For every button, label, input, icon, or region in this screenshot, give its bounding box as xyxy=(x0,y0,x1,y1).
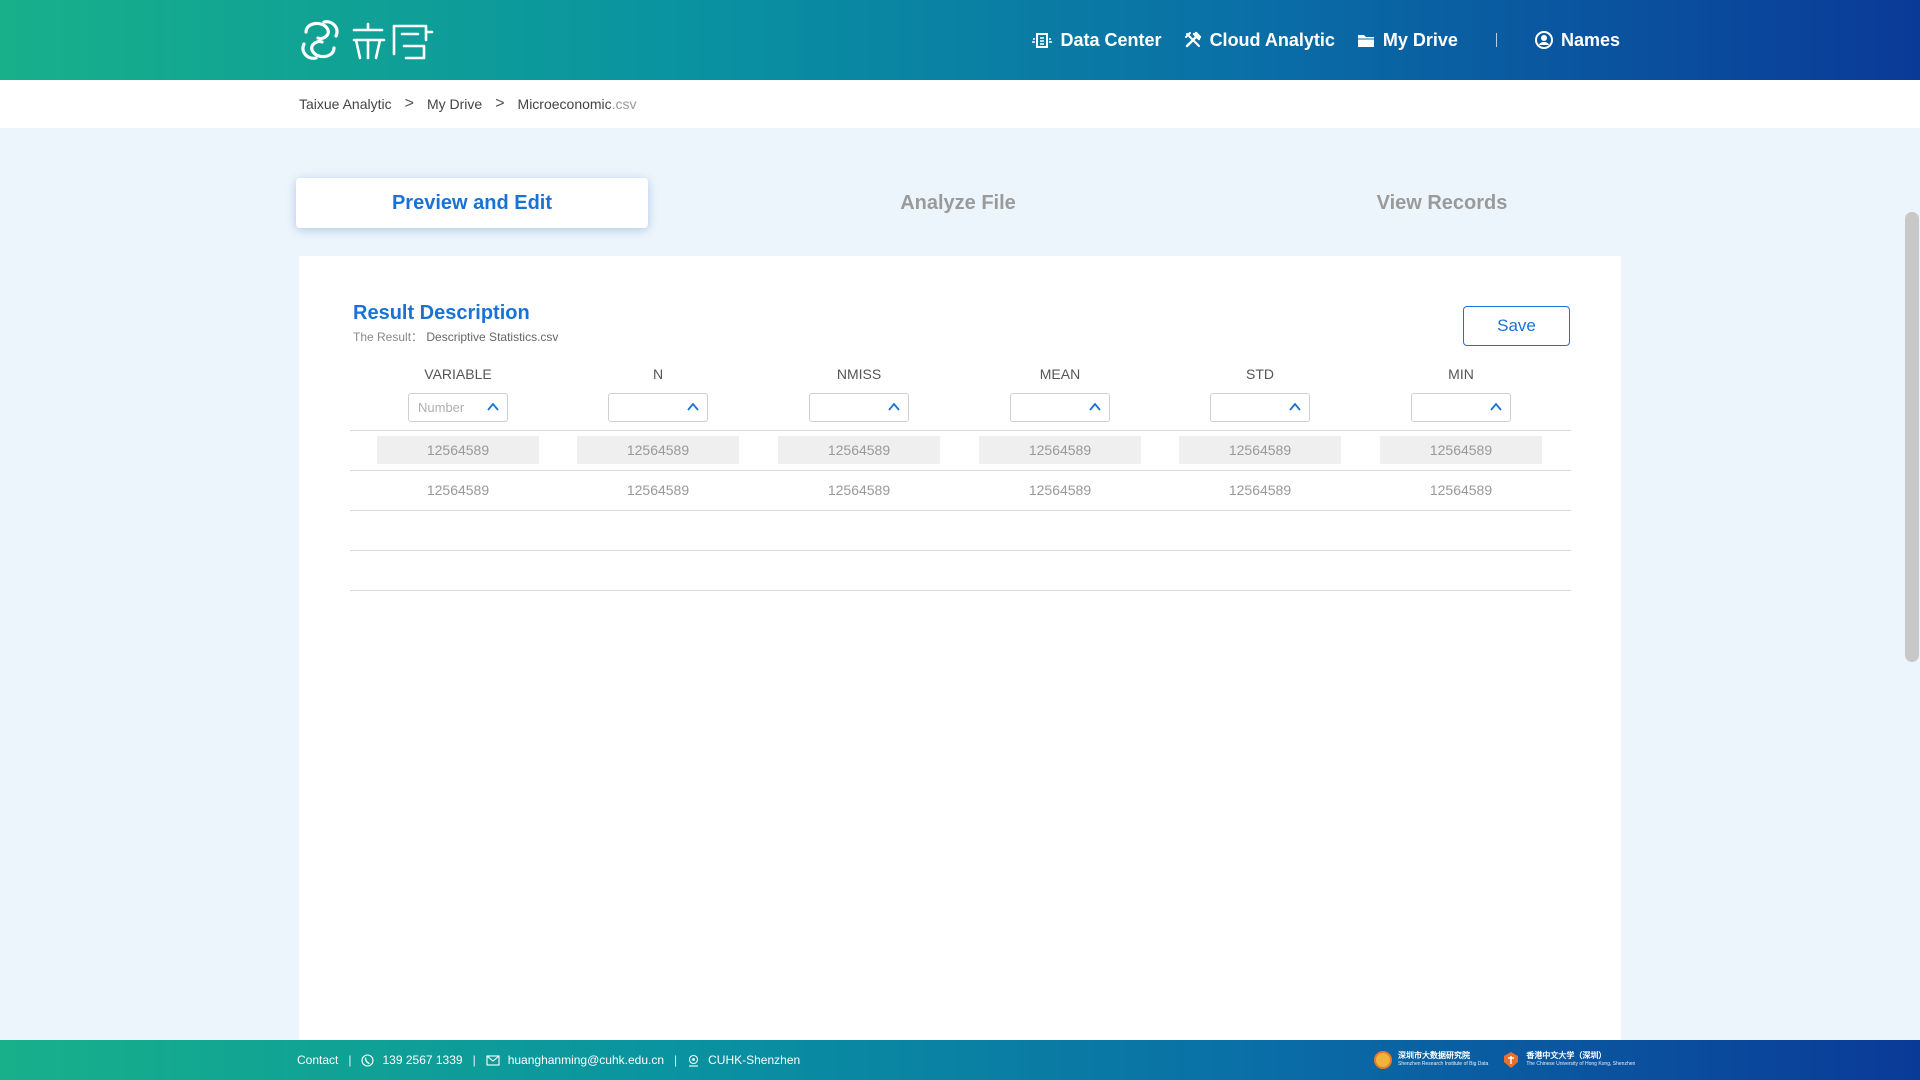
filter-input-n[interactable] xyxy=(609,394,685,421)
filter-input-mean[interactable] xyxy=(1011,394,1087,421)
user-name: Names xyxy=(1560,29,1620,50)
nav-my-drive[interactable]: My Drive xyxy=(1357,30,1458,51)
chevron-up-icon[interactable] xyxy=(1490,402,1502,412)
table-cell[interactable]: 12564589 xyxy=(1380,476,1542,504)
table-cell[interactable]: 12564589 xyxy=(979,476,1141,504)
tab-preview-and-edit[interactable]: Preview and Edit xyxy=(296,178,648,228)
filter-select-variable[interactable] xyxy=(408,393,508,422)
breadcrumb-separator: > xyxy=(495,95,505,112)
sribd-emblem-icon xyxy=(1374,1051,1392,1069)
taixue-logo-icon[interactable] xyxy=(298,18,464,62)
logo-sub: Shenzhen Research Institute of Big Data xyxy=(1398,1061,1489,1067)
page-footer: Contact | 139 2567 1339 | huanghanming@c… xyxy=(0,1040,1920,1080)
table-divider xyxy=(350,590,1571,591)
chevron-up-icon[interactable] xyxy=(1289,402,1301,412)
table-cell[interactable]: 12564589 xyxy=(1179,436,1341,464)
column-header-nmiss: NMISS xyxy=(836,366,882,382)
save-button[interactable]: Save xyxy=(1463,306,1570,346)
table-cell[interactable]: 12564589 xyxy=(577,436,739,464)
main-nav: Data Center Cloud Analytic My Drive Name… xyxy=(1009,0,1620,80)
table-divider xyxy=(350,550,1571,551)
column-header-mean: MEAN xyxy=(1039,366,1081,382)
table-cell[interactable]: 12564589 xyxy=(778,476,940,504)
table-cell[interactable]: 12564589 xyxy=(1179,476,1341,504)
breadcrumb-bar: Taixue Analytic > My Drive > Microeconom… xyxy=(0,80,1920,128)
filter-input-nmiss[interactable] xyxy=(810,394,886,421)
table-cell[interactable]: 12564589 xyxy=(1380,436,1542,464)
cuhksz-logo: 香港中文大学（深圳） The Chinese University of Hong… xyxy=(1502,1051,1635,1069)
filter-select-std[interactable] xyxy=(1210,393,1310,422)
table-divider xyxy=(350,470,1571,471)
chevron-up-icon[interactable] xyxy=(888,402,900,412)
nav-cloud-analytic[interactable]: Cloud Analytic xyxy=(1184,30,1335,51)
footer-contact-info: Contact | 139 2567 1339 | huanghanming@c… xyxy=(297,1040,800,1080)
breadcrumb-current-name: Microeconomic xyxy=(517,96,612,112)
chevron-up-icon[interactable] xyxy=(1089,402,1101,412)
footer-phone[interactable]: 139 2567 1339 xyxy=(382,1053,462,1067)
filter-select-mean[interactable] xyxy=(1010,393,1110,422)
user-menu[interactable]: Names xyxy=(1534,29,1620,51)
footer-partner-logos: 深圳市大数据研究院 Shenzhen Research Institute of … xyxy=(1374,1040,1649,1080)
column-header-min: MIN xyxy=(1448,366,1474,382)
top-header: Data Center Cloud Analytic My Drive Name… xyxy=(0,0,1920,80)
page-scrollbar-thumb[interactable] xyxy=(1905,212,1919,662)
panel-title: Result Description xyxy=(353,302,530,324)
filter-select-nmiss[interactable] xyxy=(809,393,909,422)
table-divider xyxy=(350,510,1571,511)
filter-select-min[interactable] xyxy=(1411,393,1511,422)
nav-label: Cloud Analytic xyxy=(1209,29,1335,50)
table-divider xyxy=(350,430,1571,431)
data-center-icon xyxy=(1031,33,1052,48)
table-cell[interactable]: 12564589 xyxy=(577,476,739,504)
phone-icon xyxy=(361,1053,375,1067)
logo-name: 香港中文大学（深圳） xyxy=(1526,1051,1607,1060)
cuhksz-emblem-icon xyxy=(1504,1052,1519,1068)
filter-input-min[interactable] xyxy=(1412,394,1488,421)
logo-name: 深圳市大数据研究院 xyxy=(1398,1051,1470,1060)
result-panel: Result Description The Result： Descripti… xyxy=(299,256,1621,1040)
nav-label: My Drive xyxy=(1382,29,1458,50)
nav-data-center[interactable]: Data Center xyxy=(1031,30,1162,51)
breadcrumb: Taixue Analytic > My Drive > Microeconom… xyxy=(299,80,637,128)
nav-label: Data Center xyxy=(1060,29,1162,50)
footer-separator: | xyxy=(674,1053,678,1067)
filter-select-n[interactable] xyxy=(608,393,708,422)
tools-icon xyxy=(1184,31,1201,48)
panel-subtitle: The Result： Descriptive Statistics.csv xyxy=(353,328,558,345)
folder-icon xyxy=(1357,34,1374,47)
column-header-variable: VARIABLE xyxy=(424,366,492,382)
breadcrumb-separator: > xyxy=(404,95,414,112)
chevron-up-icon[interactable] xyxy=(687,402,699,412)
chevron-up-icon[interactable] xyxy=(487,402,499,412)
email-icon xyxy=(486,1054,500,1066)
tab-view-records[interactable]: View Records xyxy=(1292,178,1592,228)
breadcrumb-item-my-drive[interactable]: My Drive xyxy=(427,96,482,112)
tab-analyze-file[interactable]: Analyze File xyxy=(808,178,1108,228)
subtitle-filename: Descriptive Statistics.csv xyxy=(426,330,559,344)
logo-sub: The Chinese University of Hong Kong, She… xyxy=(1526,1061,1636,1067)
column-header-std: STD xyxy=(1246,366,1274,382)
footer-email[interactable]: huanghanming@cuhk.edu.cn xyxy=(508,1053,664,1067)
table-cell[interactable]: 12564589 xyxy=(377,476,539,504)
nav-divider xyxy=(1495,33,1497,47)
table-cell[interactable]: 12564589 xyxy=(979,436,1141,464)
filter-input-variable[interactable] xyxy=(409,394,485,421)
subtitle-label: The Result： xyxy=(353,330,424,344)
filter-input-std[interactable] xyxy=(1211,394,1287,421)
footer-location: CUHK-Shenzhen xyxy=(708,1053,801,1067)
footer-contact-label: Contact xyxy=(297,1053,339,1067)
sribd-logo: 深圳市大数据研究院 Shenzhen Research Institute of … xyxy=(1374,1051,1488,1069)
footer-separator: | xyxy=(348,1053,352,1067)
user-avatar-icon xyxy=(1534,31,1553,49)
column-header-n: N xyxy=(652,366,664,382)
breadcrumb-item-taixue[interactable]: Taixue Analytic xyxy=(299,96,392,112)
breadcrumb-current: Microeconomic.csv xyxy=(518,96,637,112)
location-pin-icon xyxy=(689,1054,699,1067)
table-cell[interactable]: 12564589 xyxy=(377,436,539,464)
footer-separator: | xyxy=(472,1053,476,1067)
table-cell[interactable]: 12564589 xyxy=(778,436,940,464)
breadcrumb-current-ext: .csv xyxy=(611,96,637,112)
